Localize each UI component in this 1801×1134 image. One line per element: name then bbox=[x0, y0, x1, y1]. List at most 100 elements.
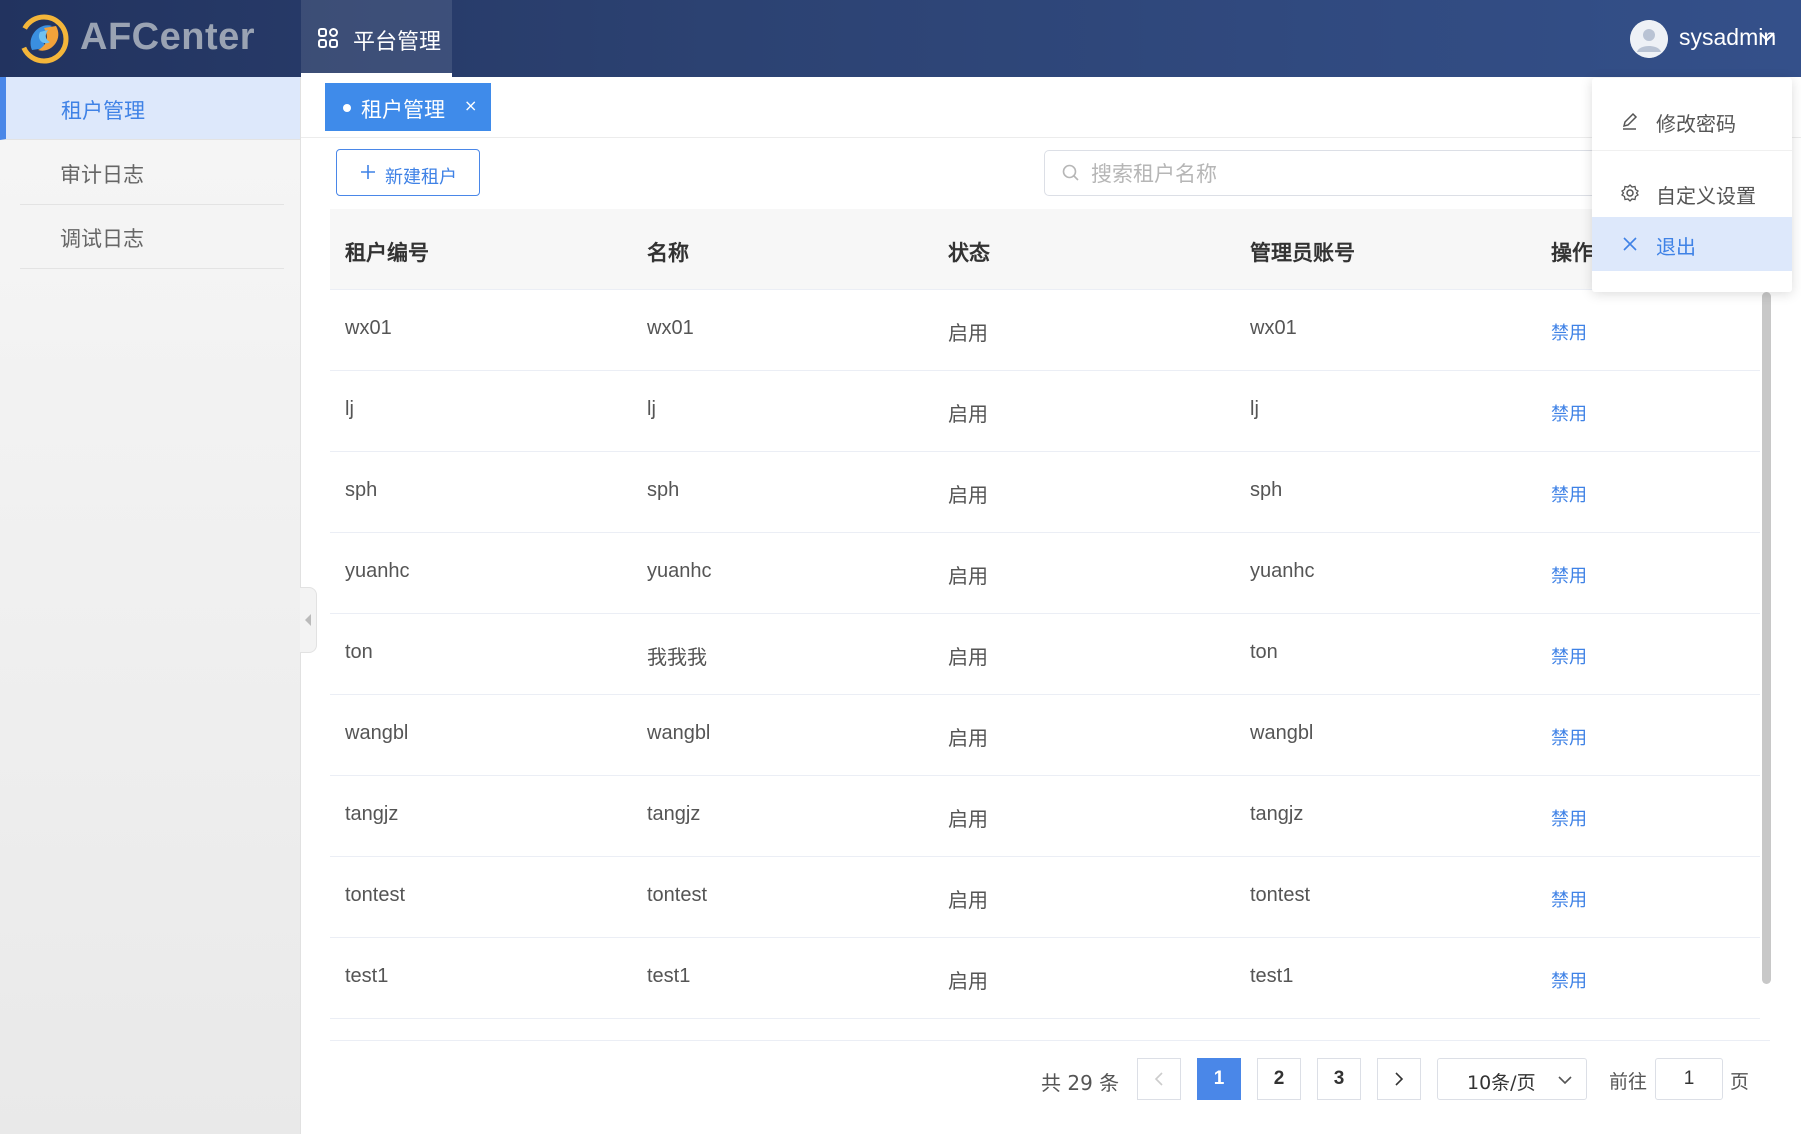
plus-icon bbox=[359, 158, 377, 187]
cell-admin: lj bbox=[1250, 398, 1259, 420]
close-icon[interactable]: × bbox=[464, 96, 477, 115]
table-scrollbar[interactable] bbox=[1762, 292, 1771, 984]
table-row: test1 test1 启用 test1 禁用 bbox=[330, 938, 1760, 1019]
column-header-admin-account: 管理员账号 bbox=[1250, 241, 1355, 265]
search-box bbox=[1044, 150, 1604, 196]
next-page-button[interactable] bbox=[1377, 1058, 1421, 1100]
page-button-3[interactable]: 3 bbox=[1317, 1058, 1361, 1100]
cell-status: 启用 bbox=[948, 888, 988, 912]
table-row: lj lj 启用 lj 禁用 bbox=[330, 371, 1760, 452]
table-header: 租户编号 名称 状态 管理员账号 操作 bbox=[330, 209, 1760, 290]
sidebar-collapse-handle[interactable] bbox=[300, 587, 317, 653]
edit-icon bbox=[1622, 112, 1638, 130]
caret-left-icon bbox=[305, 614, 311, 626]
cell-name: lj bbox=[647, 398, 656, 420]
cell-admin: ton bbox=[1250, 641, 1278, 663]
tabs-bar: 租户管理 × bbox=[301, 77, 1801, 138]
cell-status: 启用 bbox=[948, 321, 988, 345]
disable-link[interactable]: 禁用 bbox=[1551, 643, 1587, 669]
page-size-select[interactable]: 10条/页 bbox=[1437, 1058, 1587, 1100]
menu-item-logout[interactable]: 退出 bbox=[1592, 217, 1792, 271]
cell-status: 启用 bbox=[948, 564, 988, 588]
table-row: wx01 wx01 启用 wx01 禁用 bbox=[330, 290, 1760, 371]
page-button-1[interactable]: 1 bbox=[1197, 1058, 1241, 1100]
goto-label: 前往 bbox=[1609, 1071, 1648, 1093]
goto-page-input[interactable] bbox=[1655, 1058, 1723, 1100]
cell-name: sph bbox=[647, 479, 680, 501]
afcenter-logo-icon bbox=[18, 12, 70, 64]
disable-link[interactable]: 禁用 bbox=[1551, 400, 1587, 426]
sidebar-item-debug-log[interactable]: 调试日志 bbox=[20, 205, 284, 269]
cell-tenant-id: wx01 bbox=[345, 317, 392, 339]
top-header: AFCenter 平台管理 sysadmin bbox=[0, 0, 1801, 77]
cell-tenant-id: sph bbox=[345, 479, 378, 501]
sidebar-item-audit-log[interactable]: 审计日志 bbox=[20, 141, 284, 205]
cell-admin: wx01 bbox=[1250, 317, 1297, 339]
new-tenant-label: 新建租户 bbox=[385, 167, 457, 188]
column-header-actions: 操作 bbox=[1551, 241, 1593, 265]
disable-link[interactable]: 禁用 bbox=[1551, 562, 1587, 588]
cell-tenant-id: lj bbox=[345, 398, 354, 420]
disable-link[interactable]: 禁用 bbox=[1551, 724, 1587, 750]
cell-admin: tontest bbox=[1250, 884, 1311, 906]
cell-name: test1 bbox=[647, 965, 691, 987]
sidebar: 租户管理 审计日志 调试日志 bbox=[0, 77, 301, 1134]
cell-name: yuanhc bbox=[647, 560, 712, 582]
page-suffix-label: 页 bbox=[1730, 1071, 1750, 1093]
search-icon bbox=[1062, 164, 1079, 181]
new-tenant-button[interactable]: 新建租户 bbox=[336, 149, 480, 196]
table-row: yuanhc yuanhc 启用 yuanhc 禁用 bbox=[330, 533, 1760, 614]
chevron-down-icon bbox=[1757, 29, 1777, 43]
cell-admin: wangbl bbox=[1250, 722, 1314, 744]
disable-link[interactable]: 禁用 bbox=[1551, 886, 1587, 912]
menu-item-label: 退出 bbox=[1656, 235, 1696, 259]
table-row: sph sph 启用 sph 禁用 bbox=[330, 452, 1760, 533]
cell-admin: test1 bbox=[1250, 965, 1294, 987]
sidebar-item-tenant-management[interactable]: 租户管理 bbox=[0, 77, 300, 140]
table-row: tontest tontest 启用 tontest 禁用 bbox=[330, 857, 1760, 938]
cell-name: wangbl bbox=[647, 722, 711, 744]
menu-item-change-password[interactable]: 修改密码 bbox=[1592, 94, 1792, 148]
cell-name: 我我我 bbox=[647, 645, 707, 669]
chevron-left-icon bbox=[1154, 1072, 1163, 1086]
cell-tenant-id: tangjz bbox=[345, 803, 399, 825]
disable-link[interactable]: 禁用 bbox=[1551, 967, 1587, 993]
sidebar-item-label: 审计日志 bbox=[60, 163, 144, 187]
pagination-divider bbox=[330, 1040, 1770, 1041]
menu-item-label: 自定义设置 bbox=[1656, 184, 1756, 208]
search-input[interactable] bbox=[1089, 157, 1573, 191]
menu-item-label: 修改密码 bbox=[1656, 112, 1736, 136]
cell-tenant-id: test1 bbox=[345, 965, 389, 987]
user-dropdown-menu: 修改密码 自定义设置 退出 bbox=[1592, 78, 1792, 292]
cell-admin: sph bbox=[1250, 479, 1283, 501]
cell-admin: tangjz bbox=[1250, 803, 1304, 825]
cell-status: 启用 bbox=[948, 807, 988, 831]
table-row: wangbl wangbl 启用 wangbl 禁用 bbox=[330, 695, 1760, 776]
chevron-right-icon bbox=[1395, 1072, 1404, 1086]
cell-status: 启用 bbox=[948, 645, 988, 669]
table-row: tangjz tangjz 启用 tangjz 禁用 bbox=[330, 776, 1760, 857]
cell-status: 启用 bbox=[948, 969, 988, 993]
menu-item-custom-settings[interactable]: 自定义设置 bbox=[1592, 166, 1792, 220]
close-icon bbox=[1623, 237, 1637, 251]
tab-active-dot bbox=[343, 104, 351, 112]
topnav-label: 平台管理 bbox=[353, 30, 442, 55]
pagination-total: 共 29 条 bbox=[1041, 1071, 1120, 1095]
cell-status: 启用 bbox=[948, 483, 988, 507]
page-button-2[interactable]: 2 bbox=[1257, 1058, 1301, 1100]
column-header-name: 名称 bbox=[647, 241, 689, 265]
tab-tenant-management[interactable]: 租户管理 × bbox=[325, 83, 491, 131]
cell-tenant-id: ton bbox=[345, 641, 373, 663]
brand-name: AFCenter bbox=[80, 16, 256, 58]
disable-link[interactable]: 禁用 bbox=[1551, 481, 1587, 507]
page-size-value: 10条/页 bbox=[1467, 1072, 1536, 1094]
sidebar-item-label: 租户管理 bbox=[61, 99, 145, 123]
disable-link[interactable]: 禁用 bbox=[1551, 319, 1587, 345]
cell-name: tangjz bbox=[647, 803, 701, 825]
disable-link[interactable]: 禁用 bbox=[1551, 805, 1587, 831]
cell-admin: yuanhc bbox=[1250, 560, 1315, 582]
topnav-platform-management[interactable]: 平台管理 bbox=[301, 0, 452, 77]
cell-name: tontest bbox=[647, 884, 708, 906]
column-header-tenant-id: 租户编号 bbox=[345, 241, 429, 265]
prev-page-button[interactable] bbox=[1137, 1058, 1181, 1100]
